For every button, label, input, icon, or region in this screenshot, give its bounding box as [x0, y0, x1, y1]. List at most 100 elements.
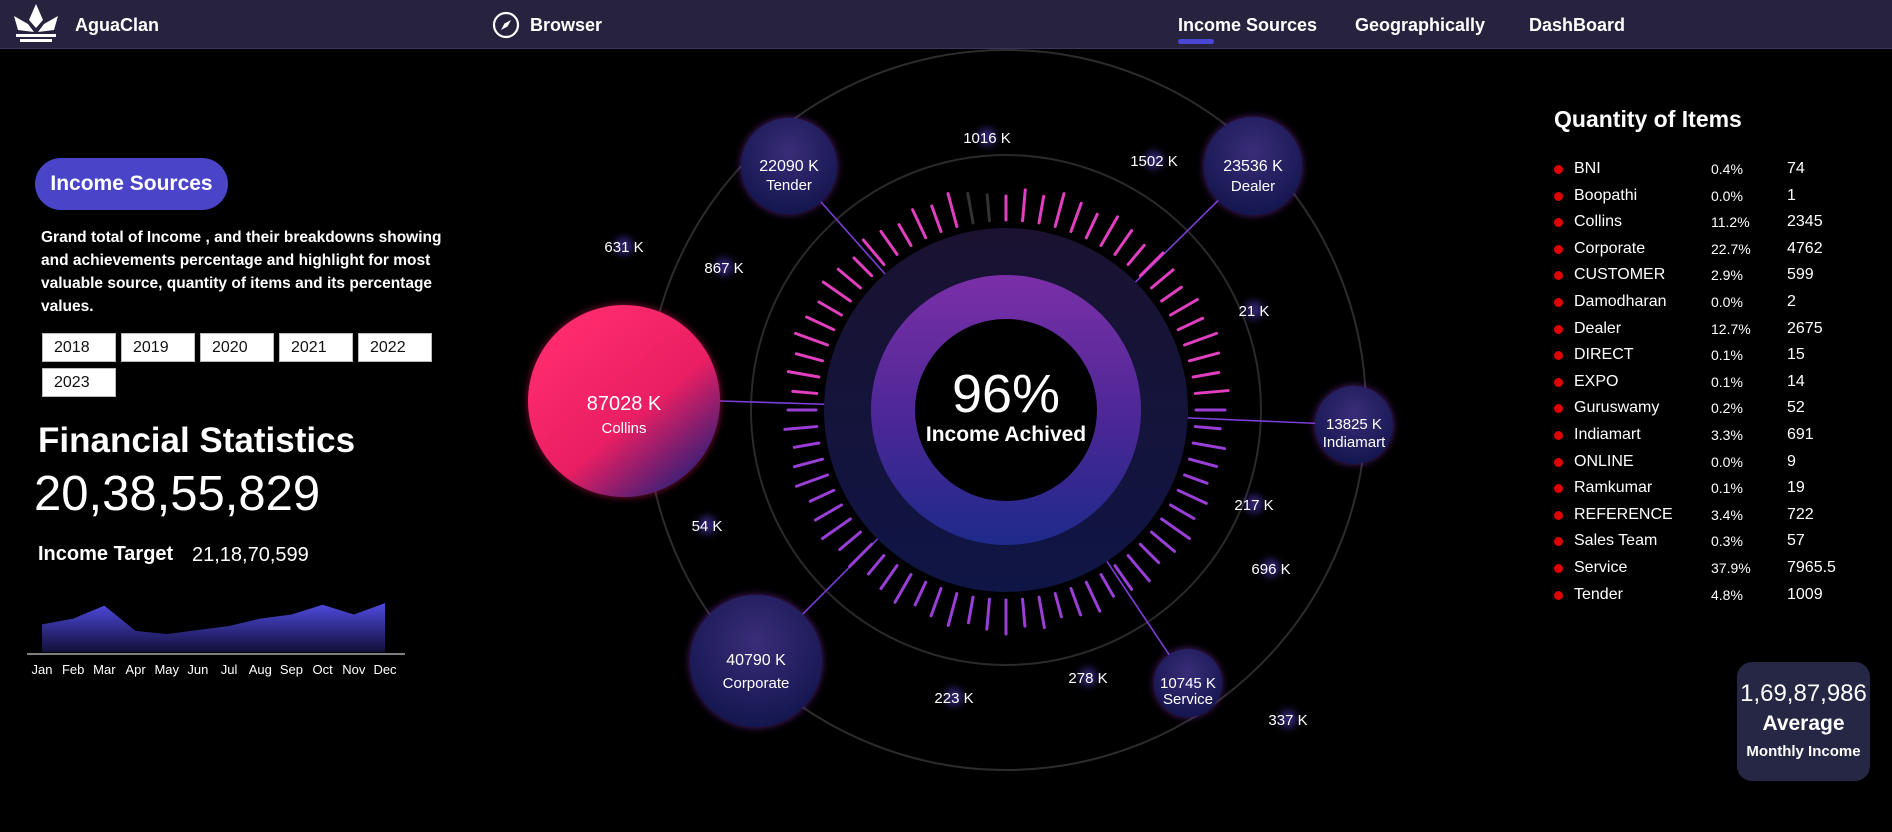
gauge-tick: [1138, 542, 1161, 565]
gauge-tick: [930, 204, 943, 233]
gauge-tick: [946, 192, 959, 228]
quantity-row-percent: 0.1%: [1711, 347, 1743, 364]
quantity-row: Sales Team 0.3% 57: [1552, 529, 1852, 555]
gauge-tick: [808, 488, 836, 503]
gauge-tick: [1069, 201, 1083, 233]
bullet-icon: [1554, 218, 1563, 228]
bubble-indiamart-label: Indiamart: [1323, 434, 1386, 451]
small-value-label: 696 K: [1251, 561, 1290, 578]
bullet-icon: [1554, 271, 1563, 281]
bubble-dealer-label: Dealer: [1231, 178, 1275, 195]
gauge-tick: [985, 597, 991, 631]
gauge-tick: [1126, 243, 1146, 266]
quantity-row-percent: 22.7%: [1711, 240, 1751, 257]
quantity-row-percent: 0.1%: [1711, 373, 1743, 390]
small-value-label: 867 K: [704, 260, 743, 277]
monthly-income-label: Monthly Income: [1746, 743, 1861, 760]
gauge-tick: [1183, 331, 1218, 347]
gauge-tick: [1188, 351, 1221, 363]
gauge-tick: [1160, 285, 1183, 303]
gauge-tick: [1021, 188, 1027, 223]
gauge-percent: 96%: [952, 364, 1060, 424]
quantity-row-name: Boopathi: [1574, 186, 1638, 204]
gauge-tick: [1037, 194, 1046, 225]
gauge-tick: [1188, 457, 1219, 468]
gauge-tick: [794, 352, 824, 363]
gauge-tick: [792, 457, 824, 469]
gauge-tick: [1176, 316, 1205, 332]
gauge-tick: [1069, 587, 1083, 617]
quantity-row-percent: 4.8%: [1711, 586, 1743, 603]
gauge-tick: [1160, 517, 1191, 540]
average-label: Average: [1762, 712, 1845, 735]
quantity-row-count: 722: [1787, 505, 1814, 523]
quantity-row-name: Ramkumar: [1574, 479, 1653, 497]
small-value-label: 631 K: [604, 239, 643, 256]
gauge-tick: [1191, 441, 1227, 451]
gauge-tick: [1138, 251, 1165, 278]
quantity-row: Dealer 12.7% 2675: [1552, 317, 1852, 343]
quantity-row-name: Tender: [1574, 585, 1623, 603]
quantity-row: DIRECT 0.1% 15: [1552, 343, 1852, 369]
quantity-row: REFERENCE 3.4% 722: [1552, 503, 1852, 529]
gauge-tick: [913, 580, 928, 607]
bullet-icon: [1554, 431, 1563, 440]
quantity-row-percent: 11.2%: [1711, 214, 1750, 231]
gauge-tick: [1053, 192, 1066, 228]
gauge-tick: [838, 530, 862, 551]
quantity-row: Ramkumar 0.1% 19: [1552, 476, 1852, 502]
small-value-label: 278 K: [1068, 670, 1107, 687]
gauge-tick: [1113, 229, 1134, 256]
bubble-dealer-value: 23536 K: [1223, 158, 1283, 175]
quantity-title: Quantity of Items: [1554, 106, 1742, 132]
quantity-row-percent: 0.0%: [1711, 294, 1743, 310]
gauge-tick: [1037, 595, 1046, 630]
gauge-tick: [1193, 425, 1222, 431]
gauge-tick: [1021, 597, 1027, 628]
quantity-row: Damodharan 0.0% 2: [1552, 290, 1852, 316]
bubble-collins-label: Collins: [601, 420, 646, 437]
quantity-row-name: Damodharan: [1574, 293, 1667, 310]
gauge-tick: [866, 554, 886, 576]
quantity-row-percent: 0.0%: [1711, 187, 1743, 204]
quantity-row-percent: 0.4%: [1711, 161, 1743, 177]
bubble-service-label: Service: [1163, 691, 1213, 708]
quantity-row-count: 691: [1787, 426, 1814, 443]
quantity-row-count: 599: [1787, 266, 1814, 284]
quantity-row: Guruswamy 0.2% 52: [1552, 396, 1852, 422]
gauge-tick: [791, 389, 819, 395]
gauge-tick: [1150, 530, 1177, 553]
gauge-tick: [929, 587, 943, 618]
quantity-row-percent: 0.1%: [1711, 480, 1743, 497]
quantity-row-count: 2345: [1787, 213, 1823, 231]
quantity-row-count: 57: [1787, 532, 1805, 550]
quantity-row: Collins 11.2% 2345: [1552, 210, 1852, 236]
small-value-label: 54 K: [692, 518, 723, 535]
quantity-row: ONLINE 0.0% 9: [1552, 450, 1852, 476]
bubble-indiamart-value: 13825 K: [1326, 416, 1382, 433]
bubble-corporate-value: 40790 K: [726, 652, 786, 669]
quantity-row-name: CUSTOMER: [1574, 266, 1666, 284]
quantity-row-name: Indiamart: [1574, 426, 1641, 443]
quantity-row-count: 14: [1787, 372, 1805, 390]
bullet-icon: [1554, 457, 1563, 467]
quantity-row-name: Corporate: [1574, 239, 1646, 257]
quantity-row-count: 1009: [1787, 585, 1823, 603]
quantity-row: Boopathi 0.0% 1: [1552, 184, 1852, 210]
gauge-tick: [1191, 370, 1221, 379]
gauge-tick: [897, 223, 913, 247]
quantity-row-name: REFERENCE: [1574, 505, 1673, 523]
quantity-row-count: 2: [1787, 293, 1796, 310]
quantity-row-percent: 37.9%: [1711, 560, 1751, 576]
gauge-tick: [1084, 212, 1099, 240]
small-value-label: 1016 K: [963, 130, 1011, 147]
gauge-tick: [821, 280, 852, 303]
gauge-tick: [946, 592, 959, 627]
small-value-label: 21 K: [1239, 303, 1270, 320]
quantity-row-count: 1: [1787, 186, 1796, 204]
gauge-tick: [985, 193, 991, 223]
bullet-icon: [1554, 510, 1563, 520]
quantity-row-name: EXPO: [1574, 372, 1619, 390]
bubble-collins-value: 87028 K: [587, 393, 662, 415]
bullet-icon: [1554, 191, 1563, 201]
